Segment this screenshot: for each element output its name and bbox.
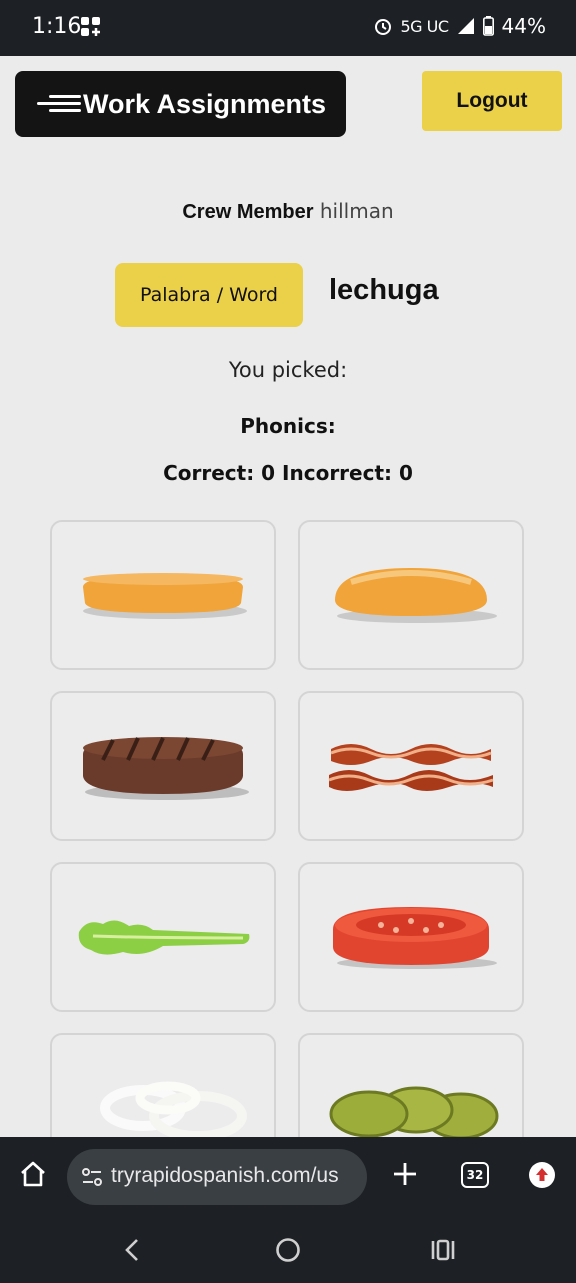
tile-top-bun[interactable]	[298, 520, 524, 670]
work-assignments-menu-button[interactable]: Work Assignments	[15, 71, 346, 137]
correct-label: Correct:	[163, 461, 255, 485]
status-bar: 1:16 5G UC 44%	[0, 0, 576, 56]
bottom-bun-image	[83, 573, 247, 619]
back-icon[interactable]	[120, 1237, 144, 1263]
tile-pickles[interactable]	[298, 1033, 524, 1137]
menu-lines-icon	[37, 93, 81, 115]
target-word: lechuga	[329, 274, 439, 306]
you-picked-label: You picked:	[228, 358, 348, 382]
url-text: tryrapidospanish.com/us	[111, 1164, 339, 1187]
widget-grid-icon	[81, 17, 100, 36]
menu-title: Work Assignments	[83, 88, 327, 119]
tile-bacon[interactable]	[298, 691, 524, 841]
recent-apps-icon[interactable]	[430, 1239, 456, 1261]
word-button[interactable]: Palabra / Word	[115, 263, 303, 327]
battery-icon	[482, 16, 494, 36]
bacon-image	[328, 744, 494, 791]
new-tab-icon[interactable]	[390, 1159, 420, 1189]
alarm-icon	[374, 19, 391, 35]
home-icon[interactable]	[18, 1159, 48, 1189]
status-time: 1:16	[32, 14, 82, 39]
tile-lettuce[interactable]	[50, 862, 276, 1012]
incorrect-count: 0	[399, 461, 413, 485]
score-line: Correct: 0 Incorrect: 0	[0, 461, 576, 485]
home-circle-icon[interactable]	[275, 1237, 301, 1263]
tile-onion[interactable]	[50, 1033, 276, 1137]
beef-patty-image	[83, 737, 249, 800]
network-type: 5G UC	[400, 16, 450, 36]
tile-bottom-bun[interactable]	[50, 520, 276, 670]
tile-tomato[interactable]	[298, 862, 524, 1012]
crew-member-line: Crew Member hillman	[0, 199, 576, 224]
address-bar[interactable]: tryrapidospanish.com/us	[67, 1149, 367, 1205]
tab-count: 32	[466, 1168, 484, 1182]
browser-toolbar: tryrapidospanish.com/us 32	[0, 1137, 576, 1217]
onion-image	[100, 1081, 247, 1137]
top-bun-image	[335, 568, 497, 623]
crew-member-label: Crew Member	[182, 201, 314, 223]
ingredient-grid	[50, 520, 526, 1137]
tile-beef-patty[interactable]	[50, 691, 276, 841]
correct-count: 0	[261, 461, 276, 485]
pickles-image	[329, 1086, 499, 1137]
system-nav-bar	[0, 1217, 576, 1283]
lettuce-image	[78, 920, 250, 955]
signal-icon	[457, 18, 474, 34]
tab-switcher-icon[interactable]: 32	[461, 1162, 489, 1188]
site-settings-icon[interactable]	[81, 1166, 103, 1188]
phonics-label: Phonics:	[240, 414, 336, 438]
incorrect-label: Incorrect:	[282, 461, 393, 485]
logout-button[interactable]: Logout	[422, 71, 562, 131]
crew-member-name: hillman	[319, 199, 394, 223]
tomato-image	[333, 907, 497, 969]
battery-level: 44%	[501, 14, 546, 38]
upload-extension-icon[interactable]	[528, 1161, 556, 1189]
